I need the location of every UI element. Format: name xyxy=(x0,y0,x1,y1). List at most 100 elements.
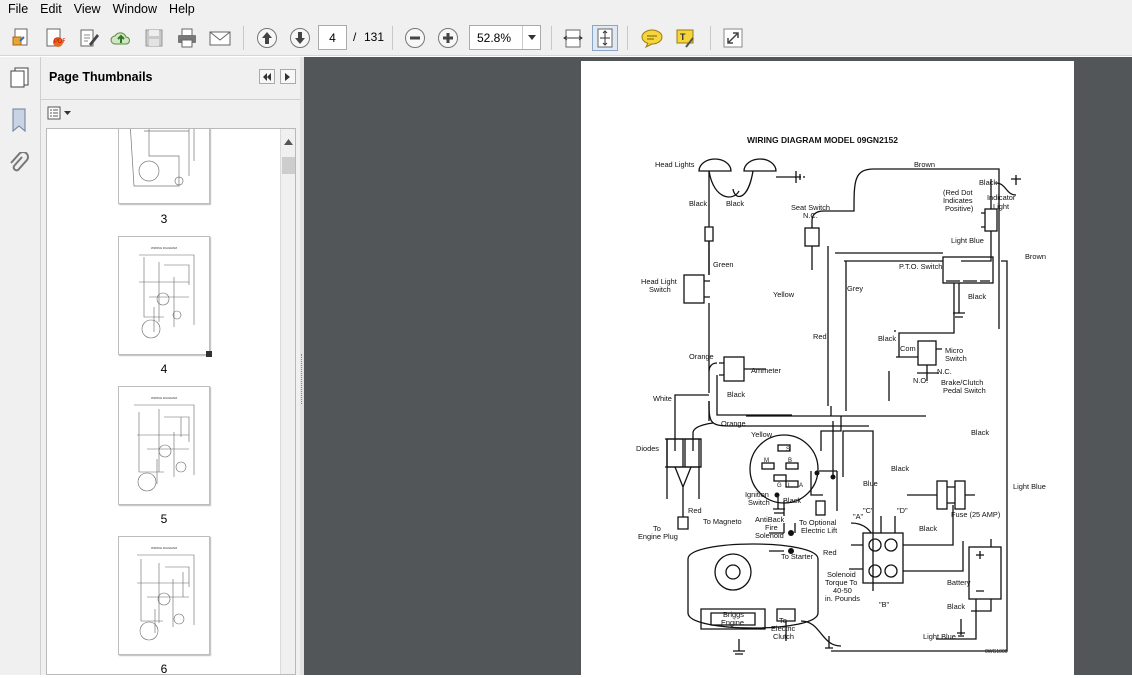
open-file-icon[interactable] xyxy=(8,25,34,51)
diagram-label: Light Blue xyxy=(951,236,984,245)
diagram-label: Red xyxy=(823,548,837,557)
diagram-label: Red xyxy=(813,332,827,341)
diagram-label: Light Blue xyxy=(923,632,956,641)
zoom-select[interactable]: 52.8% xyxy=(469,25,541,50)
panel-header: Page Thumbnails xyxy=(41,57,300,100)
diagram-label: Pedal Switch xyxy=(943,386,986,395)
scroll-thumb[interactable] xyxy=(282,157,295,174)
diagram-label: Black xyxy=(783,496,801,505)
diagram-label: Light Blue xyxy=(1013,482,1046,491)
diagram-label: S xyxy=(786,447,790,453)
diagram-label: Engine xyxy=(721,618,744,627)
diagram-label: Indicator xyxy=(987,193,1016,202)
diagram-label: Black xyxy=(689,199,707,208)
thumbnail-page-6[interactable]: WIRING DIAGRAM xyxy=(118,536,210,655)
diagram-label: Brown xyxy=(914,160,935,169)
svg-text:WIRING DIAGRAM: WIRING DIAGRAM xyxy=(151,246,178,250)
thumbnails-panel: Page Thumbnails 3 WIRING DIAGRAM 4 WIRIN… xyxy=(41,57,300,675)
diagram-label: Black xyxy=(968,292,986,301)
upload-cloud-icon[interactable] xyxy=(108,25,134,51)
options-menu-icon[interactable] xyxy=(47,106,73,123)
menu-help[interactable]: Help xyxy=(163,0,201,19)
diagram-label: Red xyxy=(688,506,702,515)
diagram-label: Black xyxy=(947,602,965,611)
thumbnail-scrollbar[interactable] xyxy=(280,129,295,674)
email-icon[interactable] xyxy=(207,25,233,51)
thumbnail-page-5[interactable]: WIRING DIAGRAM xyxy=(118,386,210,505)
diagram-label: Diodes xyxy=(636,444,659,453)
diagram-label: White xyxy=(653,394,672,403)
diagram-label: P.T.O. Switch xyxy=(899,262,942,271)
thumbnail-page-3[interactable] xyxy=(118,129,210,204)
panel-title: Page Thumbnails xyxy=(49,70,153,84)
thumbnail-label: 4 xyxy=(160,362,168,376)
diagram-label: Clutch xyxy=(773,632,794,641)
menu-window[interactable]: Window xyxy=(107,0,163,19)
comment-icon[interactable] xyxy=(639,25,665,51)
svg-text:PDF: PDF xyxy=(54,39,65,45)
diagram-label: Yellow xyxy=(773,290,795,299)
page-total: 131 xyxy=(364,30,385,44)
diagram-label: Black xyxy=(919,524,937,533)
fit-page-icon[interactable] xyxy=(592,25,618,51)
diagram-label: "B" xyxy=(879,600,890,609)
bookmarks-icon[interactable] xyxy=(8,107,30,136)
svg-text:WIRING DIAGRAM: WIRING DIAGRAM xyxy=(151,546,178,550)
fit-width-icon[interactable] xyxy=(560,25,586,51)
fullscreen-icon[interactable] xyxy=(720,25,746,51)
highlight-icon[interactable]: T xyxy=(672,25,698,51)
svg-text:WIRING DIAGRAM: WIRING DIAGRAM xyxy=(151,396,178,400)
thumbnail-label: 6 xyxy=(160,662,168,675)
diagram-label: Yellow xyxy=(751,430,773,439)
diagram-label: Blue xyxy=(863,479,878,488)
page-number-input[interactable] xyxy=(318,25,347,50)
menu-edit[interactable]: Edit xyxy=(34,0,68,19)
diagram-label: Ammeter xyxy=(751,366,782,375)
document-viewer: WIRING DIAGRAM MODEL 09GN2152 Head Light… xyxy=(304,57,1132,675)
thumbnail-options-bar xyxy=(41,100,300,127)
scroll-up-icon[interactable] xyxy=(284,134,293,148)
diagram-label: Black xyxy=(726,199,744,208)
thumbnail-label: 5 xyxy=(160,512,168,526)
page-separator: / xyxy=(353,30,357,44)
page-thumbnails-icon[interactable] xyxy=(8,65,32,92)
diagram-label: L xyxy=(788,483,792,489)
menu-view[interactable]: View xyxy=(68,0,107,19)
zoom-value: 52.8% xyxy=(477,31,512,45)
save-icon[interactable] xyxy=(141,25,167,51)
diagram-label: Switch xyxy=(748,498,770,507)
print-icon[interactable] xyxy=(174,25,200,51)
thumbnail-label: 3 xyxy=(160,212,168,226)
diagram-label: "C" xyxy=(863,506,874,515)
collapse-panel-icon[interactable] xyxy=(259,69,275,84)
zoom-out-icon[interactable] xyxy=(402,25,428,51)
svg-text:T: T xyxy=(680,32,686,42)
pdf-page: WIRING DIAGRAM MODEL 09GN2152 Head Light… xyxy=(581,61,1074,675)
zoom-in-icon[interactable] xyxy=(435,25,461,51)
diagram-label: Electric Lift xyxy=(801,526,837,535)
diagram-label: Green xyxy=(713,260,734,269)
diagram-title: WIRING DIAGRAM MODEL 09GN2152 xyxy=(747,135,898,145)
diagram-label: Head Lights xyxy=(655,160,695,169)
diagram-label: Battery xyxy=(947,578,971,587)
attachments-icon[interactable] xyxy=(8,151,30,179)
thumbnail-page-4[interactable]: WIRING DIAGRAM xyxy=(118,236,212,357)
diagram-label: N.C. xyxy=(803,211,818,220)
diagram-label: in. Pounds xyxy=(825,594,860,603)
diagram-label: "A" xyxy=(853,512,864,521)
diagram-label: Fuse (25 AMP) xyxy=(951,510,1000,519)
next-page-icon[interactable] xyxy=(287,25,313,51)
diagram-label: Orange xyxy=(689,352,714,361)
create-pdf-icon[interactable]: PDF xyxy=(41,25,67,51)
diagram-label: Grey xyxy=(847,284,863,293)
chevron-down-icon[interactable] xyxy=(522,26,540,49)
diagram-label: Solenoid xyxy=(755,531,784,540)
diagram-label: Black xyxy=(971,428,989,437)
edit-document-icon[interactable] xyxy=(75,25,101,51)
diagram-label: Switch xyxy=(649,285,671,294)
diagram-label: Black xyxy=(878,334,896,343)
previous-page-icon[interactable] xyxy=(254,25,280,51)
expand-panel-icon[interactable] xyxy=(280,69,296,84)
menu-file[interactable]: File xyxy=(2,0,34,19)
diagram-label: Com xyxy=(900,344,916,353)
